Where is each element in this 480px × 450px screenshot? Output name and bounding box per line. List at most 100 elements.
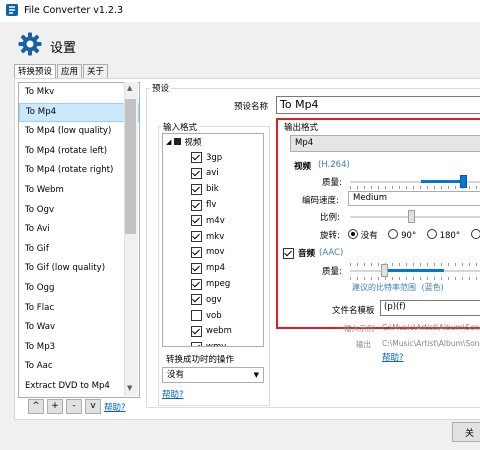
tristate-checkbox[interactable] — [174, 138, 182, 146]
format-checkbox[interactable] — [191, 262, 202, 274]
video-quality-label: 质量: — [322, 178, 342, 188]
preset-item-selected[interactable]: To Mp4 — [19, 102, 139, 123]
output-format-dropdown[interactable]: Mp4 — [290, 135, 480, 152]
preset-item[interactable]: To Mp3 — [19, 338, 139, 358]
rotate-options: 没有 90° 180° 27 — [348, 229, 480, 241]
format-item[interactable]: wmv — [163, 339, 263, 346]
format-item[interactable]: mp4 — [163, 260, 263, 276]
filename-template-value: (p)(f) — [384, 302, 406, 312]
format-checkbox[interactable] — [191, 341, 202, 346]
preset-item[interactable]: To Avi — [19, 220, 139, 240]
format-label: mpeg — [206, 279, 231, 290]
preset-item[interactable]: To Wav — [19, 318, 139, 338]
preset-item[interactable]: To Aac — [19, 357, 139, 377]
format-tree-root[interactable]: ◢ 视频 — [163, 134, 263, 150]
app-logo-icon — [6, 4, 18, 16]
preset-item[interactable]: To Mkv — [19, 83, 139, 103]
video-quality-thumb[interactable] — [459, 175, 467, 188]
preset-item[interactable]: To Mp4 (rotate left) — [19, 142, 139, 162]
video-codec: (H.264) — [318, 160, 350, 170]
input-format-list[interactable]: ◢ 视频 3gp avi bik flv m4v mkv mov mp4 mpe… — [162, 133, 264, 347]
scale-label: 比例: — [320, 213, 340, 223]
presets-help-link[interactable]: 帮助? — [104, 401, 126, 413]
after-conversion-dropdown[interactable]: 没有 ▼ — [162, 367, 264, 383]
rotate-270-radio[interactable] — [470, 229, 480, 239]
format-item[interactable]: avi — [163, 166, 263, 182]
format-label: m4v — [206, 215, 225, 226]
preset-item[interactable]: To Flac — [19, 299, 139, 319]
rotate-none-radio[interactable] — [348, 229, 358, 239]
format-checkbox[interactable] — [191, 325, 202, 337]
tab-application[interactable]: 应用 — [57, 64, 83, 79]
format-checkbox[interactable] — [191, 278, 202, 290]
format-item[interactable]: mkv — [163, 229, 263, 245]
audio-label: 音频 — [298, 249, 316, 259]
collapse-icon[interactable]: ◢ — [166, 138, 171, 146]
format-label: mkv — [206, 231, 225, 242]
format-item[interactable]: m4v — [163, 213, 263, 229]
format-item[interactable]: mov — [163, 245, 263, 261]
input-help-link[interactable]: 帮助? — [162, 388, 184, 400]
encoding-speed-label: 编码速度: — [302, 196, 339, 206]
format-checkbox[interactable] — [191, 246, 202, 258]
preset-item[interactable]: To Mp4 (low quality) — [19, 122, 139, 142]
rotate-180-radio[interactable] — [426, 229, 437, 239]
filename-template-input[interactable]: (p)(f) — [380, 300, 480, 316]
video-quality-range — [420, 180, 463, 183]
format-item[interactable]: 3gp — [163, 150, 263, 166]
format-item[interactable]: bik — [163, 181, 263, 197]
remove-preset-button[interactable]: - — [66, 399, 82, 414]
output-help-link[interactable]: 帮助? — [382, 351, 404, 363]
preset-name-input[interactable]: To Mp4 — [276, 96, 480, 114]
format-checkbox[interactable] — [191, 310, 202, 322]
window-title: File Converter v1.2.3 — [24, 5, 124, 16]
audio-checkbox[interactable] — [283, 247, 294, 259]
encoding-speed-dropdown[interactable]: Medium — [348, 191, 480, 206]
format-checkbox[interactable] — [191, 215, 202, 227]
rotate-option-label: 没有 — [360, 231, 378, 241]
scale-slider-thumb[interactable] — [408, 210, 416, 223]
format-item[interactable]: webm — [163, 324, 263, 340]
format-item[interactable]: vob — [163, 308, 263, 324]
scrollbar-thumb[interactable] — [125, 99, 136, 234]
format-checkbox[interactable] — [191, 199, 202, 211]
move-up-button[interactable]: ^ — [28, 399, 44, 414]
format-checkbox[interactable] — [191, 152, 202, 164]
close-button-label: 关 — [465, 429, 475, 439]
preset-list[interactable]: To Mkv To Mp4 To Mp4 (low quality) To Mp… — [18, 82, 140, 398]
format-label: vob — [206, 310, 222, 321]
preset-item[interactable]: To Ogv — [19, 201, 139, 221]
output-example-value: C:\Music\Artist\Album\Song.m — [382, 339, 480, 348]
format-checkbox[interactable] — [191, 167, 202, 179]
move-down-button[interactable]: v — [85, 399, 101, 414]
bitrate-hint-text: 建议的比特率范围 — [352, 283, 416, 292]
format-item[interactable]: ogv — [163, 292, 263, 308]
format-checkbox[interactable] — [191, 231, 202, 243]
audio-quality-label: 质量: — [322, 267, 342, 277]
format-item[interactable]: mpeg — [163, 276, 263, 292]
format-label: webm — [206, 326, 232, 337]
preset-item[interactable]: To Webm — [19, 181, 139, 201]
scroll-down-icon[interactable]: ▼ — [127, 384, 132, 392]
preset-item[interactable]: To Ogg — [19, 279, 139, 299]
format-root-label: 视频 — [184, 137, 202, 148]
preset-item[interactable]: To Gif — [19, 240, 139, 260]
output-format-title: 输出格式 — [284, 123, 319, 133]
preset-item[interactable]: To Gif (low quality) — [19, 259, 139, 279]
format-label: mp4 — [206, 263, 226, 274]
format-item[interactable]: flv — [163, 197, 263, 213]
preset-item[interactable]: To Mp4 (rotate right) — [19, 161, 139, 181]
audio-quality-ticks-top — [350, 263, 480, 266]
tab-about[interactable]: 关于 — [83, 64, 109, 79]
format-checkbox[interactable] — [191, 183, 202, 195]
preset-item[interactable]: Extract DVD to Mp4 — [19, 377, 139, 397]
rotate-90-radio[interactable] — [388, 229, 399, 239]
audio-quality-ticks-bottom — [350, 277, 480, 280]
close-button[interactable]: 关 — [452, 422, 480, 442]
rotate-option-label: 180° — [439, 231, 461, 241]
format-checkbox[interactable] — [191, 294, 202, 306]
scroll-up-icon[interactable]: ▲ — [127, 84, 132, 92]
add-preset-button[interactable]: + — [47, 399, 63, 414]
audio-quality-thumb[interactable] — [381, 264, 388, 277]
filename-template-label: 文件名模板 — [332, 306, 375, 316]
